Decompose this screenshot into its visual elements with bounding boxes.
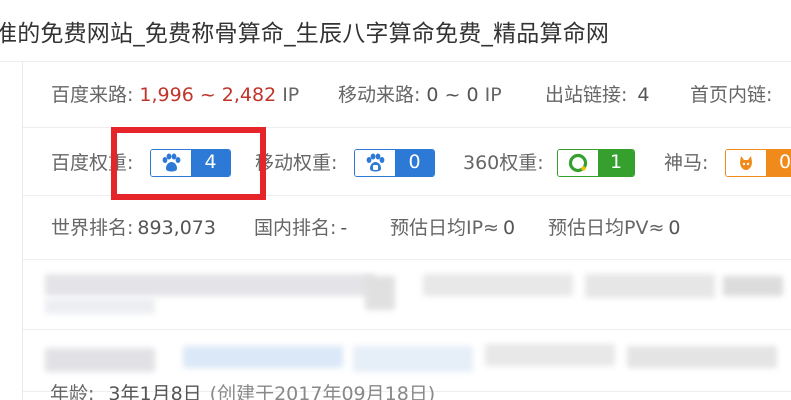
homepage-links-label: 首页内链: [690,84,773,106]
outbound-links-label: 出站链接: [545,84,628,106]
shenma-weight-label: 神马: [664,152,709,174]
mobile-traffic: 移动来路: 0 ~ 0 IP [338,84,502,106]
domain-age-value: 3年1月8日 [108,383,202,400]
mobile-baidu-paw-icon [355,150,395,176]
ranking-row: 世界排名: 893,073 国内排名: - 预估日均IP≈ 0 预估日均PV≈ 0 [23,196,791,260]
shenma-weight-badge[interactable]: 0 [725,149,791,177]
daily-ip-value: 0 [502,217,516,239]
domestic-rank-value: - [340,217,348,239]
360-ring-icon [558,150,598,176]
traffic-row: 百度来路: 1,996 ~ 2,482 IP 移动来路: 0 ~ 0 IP 出站链接: 4… [23,62,791,128]
blurred-text [485,344,615,366]
mobile-weight-value: 0 [395,150,434,176]
blurred-text [627,346,777,368]
world-rank-label: 世界排名: [51,217,134,239]
weight-360-label: 360权重: [463,152,544,174]
domain-age-label: 年龄: [50,383,95,400]
blurred-text [585,274,715,298]
mobile-traffic-label: 移动来路: [338,84,421,106]
blurred-text [353,346,473,372]
baidu-traffic-label: 百度来路: [51,84,134,106]
shenma-horse-icon [726,150,766,176]
daily-pv-estimate: 预估日均PV≈ 0 [548,217,680,239]
site-info-panel: 百度来路: 1,996 ~ 2,482 IP 移动来路: 0 ~ 0 IP 出站链接: 4… [22,62,791,400]
page-title[interactable]: 准的免费网站_免费称骨算命_生辰八字算命免费_精品算命网 [0,14,609,48]
blurred-text [45,274,375,296]
daily-ip-label: 预估日均IP≈ [390,217,499,239]
title-bar: 准的免费网站_免费称骨算命_生辰八字算命免费_精品算命网 [0,0,791,62]
domestic-rank-label: 国内排名: [254,217,337,239]
baidu-traffic: 百度来路: 1,996 ~ 2,482 IP [51,84,299,106]
world-rank: 世界排名: 893,073 [51,217,216,239]
blurred-text [45,298,155,314]
domain-age: 年龄: 3年1月8日 (创建于2017年09月18日) [50,383,435,400]
weight-360-badge[interactable]: 1 [557,149,635,177]
outbound-links: 出站链接: 4 [545,84,650,106]
domain-created-date: (创建于2017年09月18日) [209,383,436,400]
outbound-links-value[interactable]: 4 [637,84,649,106]
blurred-text [183,346,343,368]
domestic-rank: 国内排名: - [254,217,347,239]
blurred-text [45,348,155,372]
mobile-traffic-unit: IP [484,84,502,106]
daily-pv-value: 0 [668,217,681,239]
blurred-row-1 [23,260,791,330]
daily-ip-estimate: 预估日均IP≈ 0 [390,217,515,239]
blurred-text [423,274,573,296]
world-rank-value[interactable]: 893,073 [137,217,216,239]
mobile-weight-label: 移动权重: [255,152,338,174]
mobile-traffic-value[interactable]: 0 ~ 0 [426,84,478,106]
weight-360-value: 1 [598,150,634,176]
highlight-annotation-box [111,127,266,200]
blurred-text [365,276,395,310]
shenma-weight-value: 0 [766,150,791,176]
baidu-traffic-value[interactable]: 1,996 ~ 2,482 [139,84,276,106]
mobile-weight-badge[interactable]: 0 [354,149,435,177]
baidu-traffic-unit: IP [282,84,300,106]
blurred-text [723,276,783,296]
homepage-links: 首页内链: [690,84,772,106]
daily-pv-label: 预估日均PV≈ [548,217,665,239]
